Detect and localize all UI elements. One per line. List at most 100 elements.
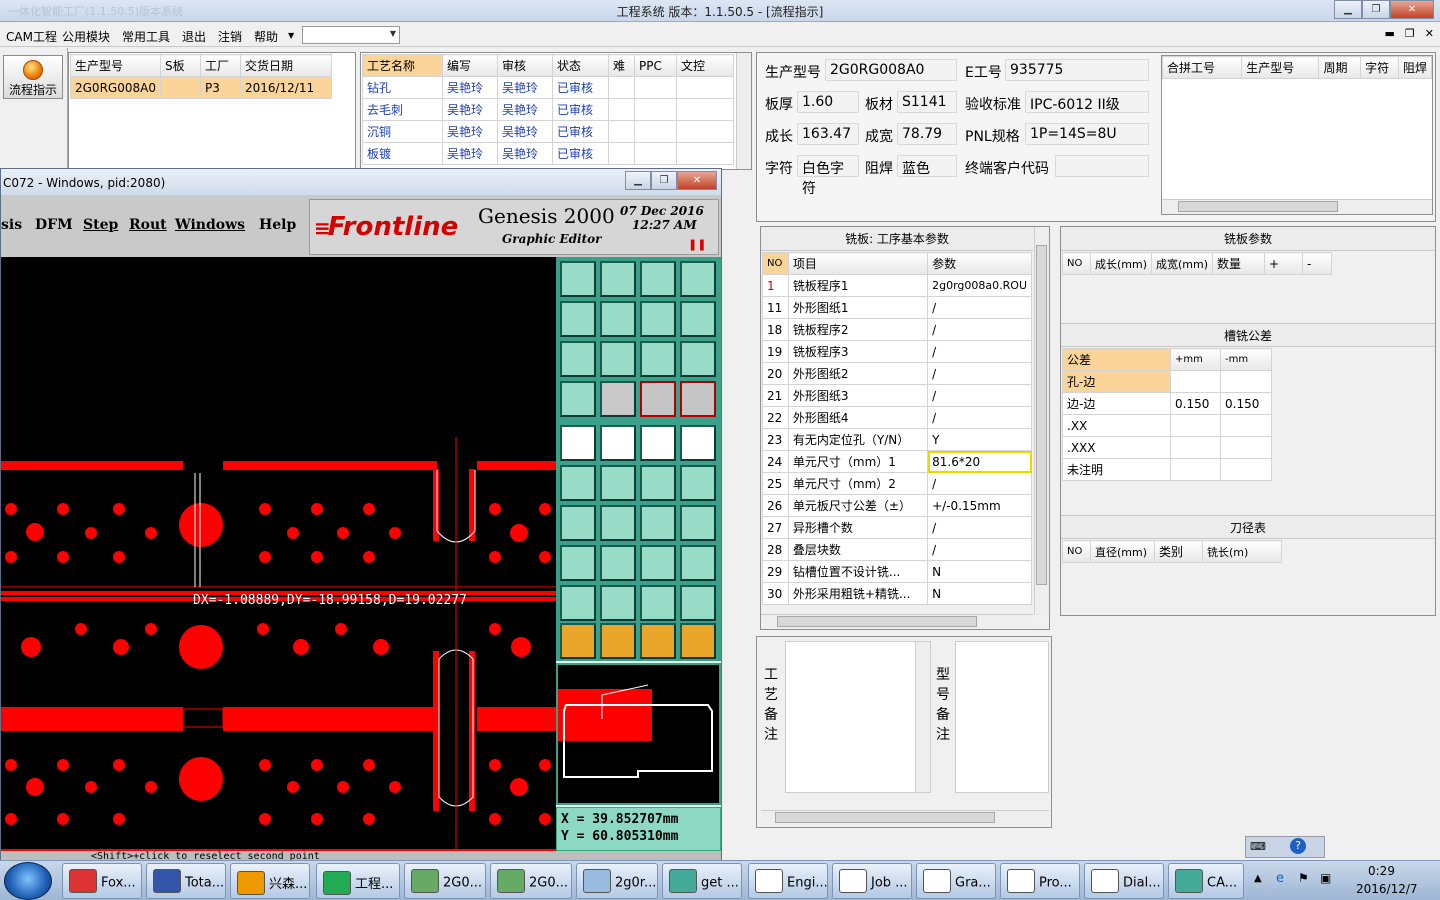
cell[interactable]: / xyxy=(927,296,1032,319)
scale-icon[interactable] xyxy=(640,341,676,377)
flow-button[interactable]: 流程指示 xyxy=(3,55,63,99)
field-material[interactable]: S1141 xyxy=(897,91,957,113)
scroll-thumb[interactable] xyxy=(775,812,995,823)
menu-exit[interactable]: 退出 xyxy=(182,28,206,45)
field-width[interactable]: 78.79 xyxy=(897,123,957,145)
ruler-icon[interactable] xyxy=(640,425,676,461)
table-row[interactable]: 27 异形槽个数 / xyxy=(762,516,1032,539)
table-row[interactable]: 未注明 xyxy=(1062,458,1272,481)
table-row[interactable]: 2G0RG008A0 P3 2016/12/11 xyxy=(70,76,333,99)
pcb-canvas[interactable]: DX=-1.08889,DY=-18.99158,D=19.02277 xyxy=(1,257,556,861)
table-row[interactable]: 21 外形图纸3/ xyxy=(762,384,1032,407)
zoom-next-icon[interactable] xyxy=(600,301,636,337)
col-tol-minus[interactable]: -mm xyxy=(1220,348,1272,371)
notes-hscroll[interactable] xyxy=(761,810,1049,825)
task-get[interactable]: get ... xyxy=(662,863,742,899)
open-job-icon[interactable] xyxy=(560,261,596,297)
table-row[interactable]: .XXX xyxy=(1062,436,1272,459)
genesis-maximize-button[interactable]: ❐ xyxy=(651,171,677,190)
table-row[interactable]: 18 铣板程序2/ xyxy=(762,318,1032,341)
cell[interactable]: / xyxy=(927,406,1032,429)
clock-date[interactable]: 2016/12/7 xyxy=(1356,882,1418,896)
col-difficulty[interactable]: 难 xyxy=(608,54,635,77)
table-row[interactable]: 去毛刺 吴艳玲 吴艳玲 已审核 xyxy=(362,98,734,121)
select-net-icon[interactable] xyxy=(680,623,716,659)
menu-logout[interactable]: 注销 xyxy=(218,28,242,45)
connect-icon[interactable] xyxy=(560,465,596,501)
params-vscroll[interactable] xyxy=(1034,227,1049,615)
table-row[interactable]: 20 外形图纸2/ xyxy=(762,362,1032,385)
line-tool-icon[interactable] xyxy=(600,425,636,461)
close-button[interactable]: ✕ xyxy=(1390,0,1434,19)
process-scrollbar[interactable] xyxy=(736,53,751,169)
genesis-close-button[interactable]: ✕ xyxy=(677,171,717,190)
minimize-button[interactable]: ▁ xyxy=(1334,0,1362,19)
table-row[interactable]: 沉铜 吴艳玲 吴艳玲 已审核 xyxy=(362,120,734,143)
task-engi[interactable]: Engi... xyxy=(748,863,828,899)
cell[interactable] xyxy=(1170,370,1221,393)
field-model[interactable]: 2G0RG008A0 xyxy=(825,59,957,81)
group-icon[interactable] xyxy=(680,545,716,581)
field-soldermask[interactable]: 蓝色 xyxy=(897,155,957,177)
select-icon[interactable] xyxy=(560,623,596,659)
genesis-menu-help[interactable]: Help xyxy=(259,217,296,233)
align-icon[interactable] xyxy=(640,545,676,581)
mdi-restore-icon[interactable]: ❐ xyxy=(1405,27,1415,40)
task-pro[interactable]: Pro... xyxy=(1000,863,1080,899)
menu-cam[interactable]: CAM工程 xyxy=(6,28,57,45)
col-tol[interactable]: 公差 xyxy=(1062,348,1171,371)
menu-combo[interactable]: ▼ xyxy=(302,26,400,44)
arc-3pt-icon[interactable] xyxy=(600,585,636,621)
circle-tool-icon[interactable] xyxy=(680,425,716,461)
net-select-icon[interactable] xyxy=(680,381,716,417)
field-length[interactable]: 163.47 xyxy=(797,123,859,145)
task-job[interactable]: Job ... xyxy=(832,863,912,899)
table-row[interactable]: 板镀 吴艳玲 吴艳玲 已审核 xyxy=(362,142,734,165)
field-pnl[interactable]: 1P=14S=8U xyxy=(1025,123,1149,145)
table-row[interactable]: 26 单元板尺寸公差（±） +/-0.15mm xyxy=(762,494,1032,517)
cell[interactable]: 0.150 xyxy=(1220,392,1272,415)
zoom-center-icon[interactable] xyxy=(600,341,636,377)
genesis-menu-rout[interactable]: Rout xyxy=(129,217,167,233)
keyboard-icon[interactable]: ⌨ xyxy=(1250,840,1266,853)
task-2g0-a[interactable]: 2G0... xyxy=(404,863,486,899)
col-width[interactable]: 成宽(mm) xyxy=(1151,252,1214,275)
cell[interactable] xyxy=(1170,414,1221,437)
process-notes-textarea[interactable] xyxy=(785,641,931,793)
move-point-icon[interactable] xyxy=(640,465,676,501)
cell[interactable] xyxy=(1170,436,1221,459)
task-ca[interactable]: CA... xyxy=(1168,863,1244,899)
scroll-thumb[interactable] xyxy=(1178,201,1338,212)
ie-icon[interactable]: e xyxy=(1276,871,1284,886)
col-value[interactable]: 参数 xyxy=(927,252,1032,275)
delete-icon[interactable] xyxy=(600,465,636,501)
table-row[interactable]: 1 铣板程序1 2g0rg008a0.ROU xyxy=(762,274,1032,297)
task-dial[interactable]: Dial... xyxy=(1084,863,1164,899)
home-icon[interactable] xyxy=(640,261,676,297)
table-row[interactable]: .XX xyxy=(1062,414,1272,437)
task-2g0-b[interactable]: 2G0... xyxy=(490,863,572,899)
arc-radius-icon[interactable] xyxy=(680,585,716,621)
cell[interactable]: / xyxy=(927,472,1032,495)
menu-common-modules[interactable]: 公用模块 xyxy=(62,28,110,45)
table-row[interactable]: 30 外形采用粗铣+精铣... N xyxy=(762,582,1032,605)
snap-icon[interactable] xyxy=(680,301,716,337)
col-mill-length[interactable]: 铣长(m) xyxy=(1202,540,1282,563)
genesis-menu-windows[interactable]: Windows xyxy=(175,217,245,233)
cell[interactable]: N xyxy=(927,560,1032,583)
field-thickness[interactable]: 1.60 xyxy=(797,91,859,113)
table-row[interactable]: 25 单元尺寸（mm）2/ xyxy=(762,472,1032,495)
cell[interactable] xyxy=(1220,370,1272,393)
cell[interactable]: / xyxy=(927,516,1032,539)
task-gra[interactable]: Gra... xyxy=(916,863,996,899)
task-engineering[interactable]: 工程... xyxy=(316,863,400,899)
rotate-icon[interactable] xyxy=(640,505,676,541)
cell[interactable]: / xyxy=(927,362,1032,385)
help-icon[interactable]: ? xyxy=(1290,838,1306,854)
col-sboard[interactable]: S板 xyxy=(159,54,201,77)
net-icon[interactable] xyxy=(640,381,676,417)
arc-icon[interactable] xyxy=(560,585,596,621)
copy-point-icon[interactable] xyxy=(680,465,716,501)
table-row[interactable]: 24 单元尺寸（mm）1 81.6*20 xyxy=(762,450,1032,473)
cell[interactable]: 0.150 xyxy=(1170,392,1221,415)
